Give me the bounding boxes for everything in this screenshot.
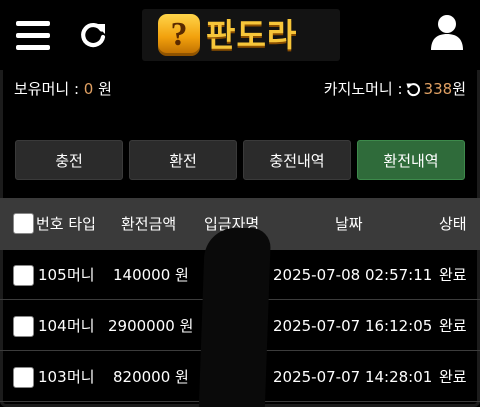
holding-money-value: 0	[83, 80, 94, 98]
select-all-checkbox[interactable]	[13, 213, 34, 234]
logo-text: 판도라	[206, 16, 298, 54]
row-checkbox[interactable]	[13, 316, 34, 337]
row-amount: 820000 원	[113, 368, 189, 386]
logo-badge-icon: ?	[158, 14, 200, 56]
row-checkbox[interactable]	[13, 367, 34, 388]
holding-money-label: 보유머니 :	[14, 80, 84, 98]
row-status: 완료	[439, 317, 467, 335]
row-date: 2025-07-07 14:28:01	[273, 368, 433, 386]
row-type: 머니	[67, 368, 95, 386]
top-header: ? 판도라	[0, 0, 480, 70]
row-status: 완료	[439, 266, 467, 284]
row-date: 2025-07-07 16:12:05	[273, 317, 433, 335]
brand-logo[interactable]: ? 판도라	[142, 9, 340, 61]
casino-money-label: 카지노머니 :	[323, 80, 403, 98]
row-type: 머니	[67, 266, 95, 284]
refresh-icon[interactable]	[78, 20, 108, 50]
row-number: 104	[38, 317, 67, 335]
casino-money-value: 338	[423, 80, 453, 98]
holding-money-unit: 원	[93, 80, 112, 98]
header-number-type: 번호 타입	[36, 215, 96, 233]
casino-money: 카지노머니 : 338 원	[324, 78, 466, 100]
redaction-mask	[198, 228, 272, 407]
row-number: 103	[38, 368, 67, 386]
small-refresh-icon[interactable]	[406, 82, 421, 97]
row-number: 105	[38, 266, 67, 284]
user-icon[interactable]	[430, 14, 464, 50]
tab-withdraw[interactable]: 환전	[129, 140, 237, 180]
header-status: 상태	[439, 215, 467, 233]
header-date: 날짜	[335, 215, 363, 233]
tab-deposit-history[interactable]: 충전내역	[243, 140, 351, 180]
hamburger-menu-icon[interactable]	[16, 21, 50, 51]
tab-withdraw-history[interactable]: 환전내역	[357, 140, 465, 180]
casino-money-unit: 원	[452, 80, 466, 98]
row-checkbox[interactable]	[13, 265, 34, 286]
row-amount: 140000 원	[113, 266, 189, 284]
tab-deposit[interactable]: 충전	[15, 140, 123, 180]
row-amount: 2900000 원	[108, 317, 194, 335]
holding-money: 보유머니 : 0 원	[14, 78, 112, 100]
header-amount: 환전금액	[121, 215, 177, 233]
row-status: 완료	[439, 368, 467, 386]
row-date: 2025-07-08 02:57:11	[273, 266, 433, 284]
row-type: 머니	[67, 317, 95, 335]
